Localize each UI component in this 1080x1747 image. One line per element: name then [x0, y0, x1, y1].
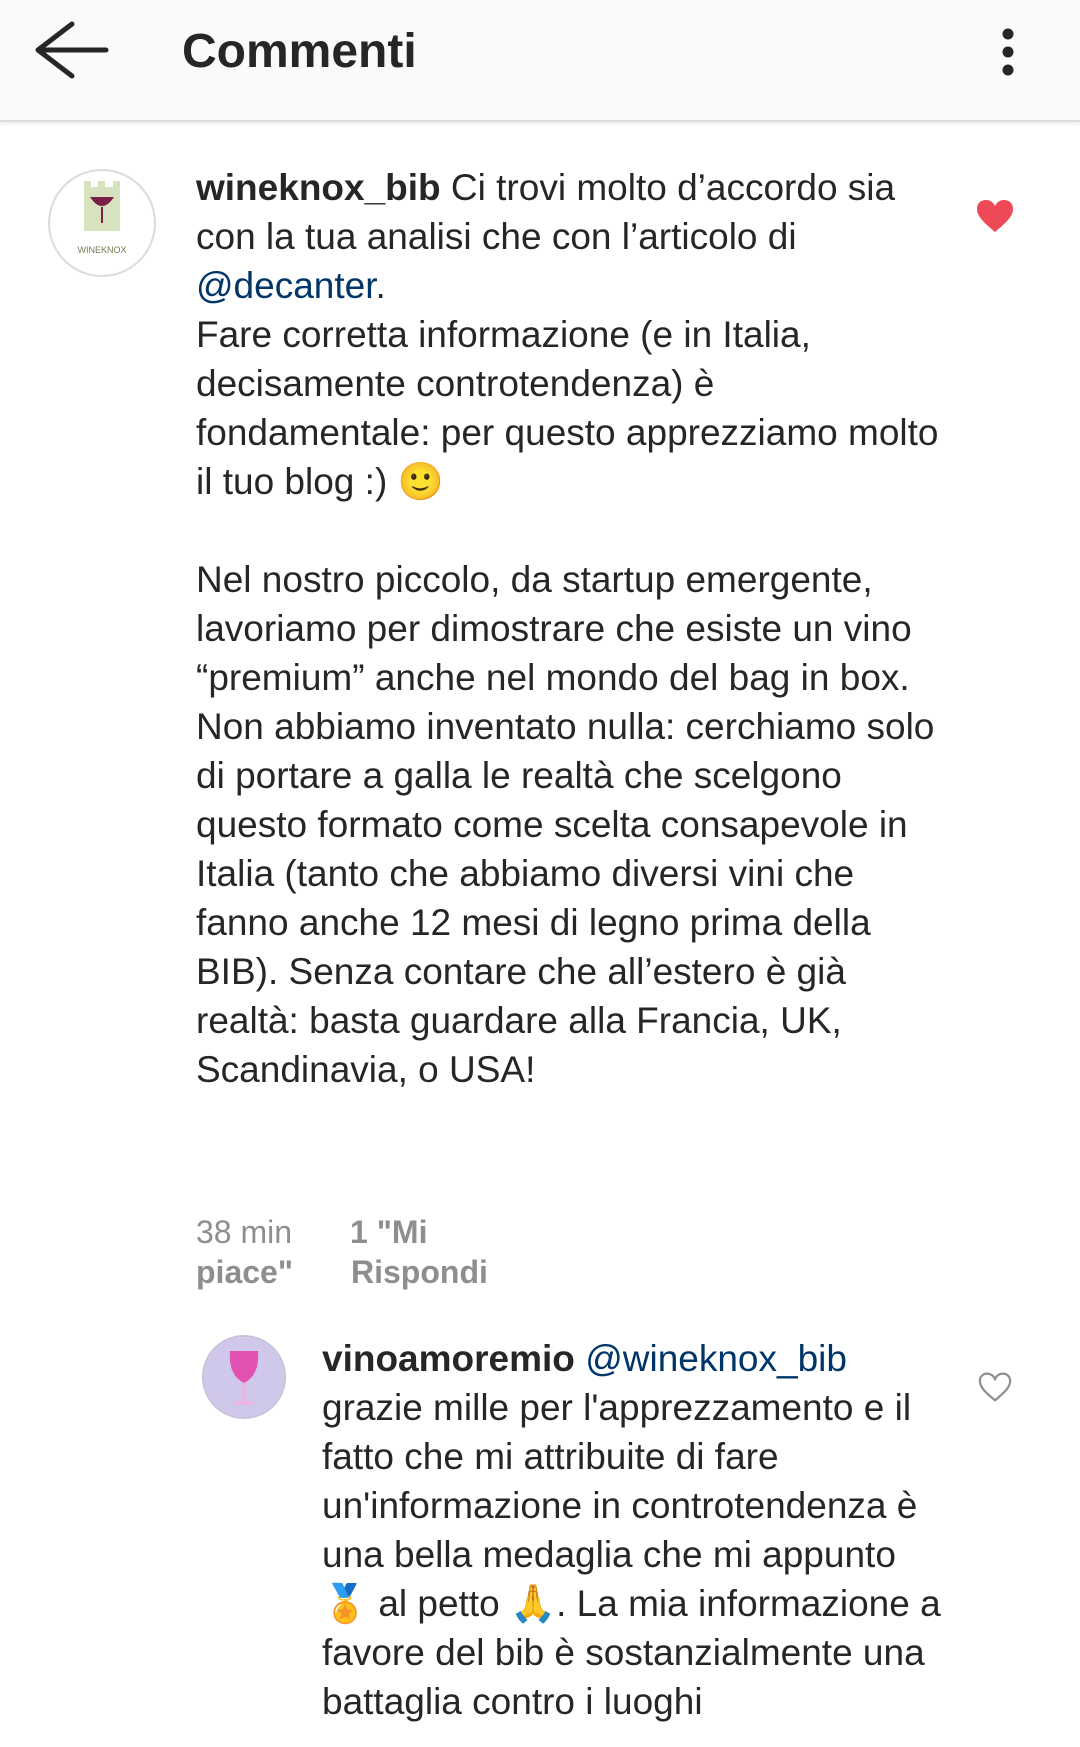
reply-button[interactable]: Rispondi: [351, 1254, 488, 1290]
more-options-icon[interactable]: [978, 20, 1038, 104]
page-title: Commenti: [182, 25, 417, 78]
wineknox-logo-icon: WINEKNOX: [77, 181, 127, 255]
comment-username[interactable]: vinoamoremio: [322, 1338, 575, 1379]
back-arrow-icon[interactable]: [28, 18, 118, 102]
comment-username[interactable]: wineknox_bib: [196, 167, 441, 208]
heart-filled-icon[interactable]: [975, 198, 1015, 239]
avatar-logo-text: WINEKNOX: [77, 245, 126, 255]
wine-glass-icon: [204, 1337, 284, 1417]
comment-meta: 38 min 1 "Mi piace" Rispondi: [196, 1212, 546, 1292]
comment-text: wineknox_bib Ci trovi molto d’accordo si…: [196, 163, 946, 1094]
comment-time: 38 min: [196, 1214, 293, 1250]
comment-text: vinoamoremio @wineknox_bib grazie mille …: [322, 1334, 952, 1726]
avatar[interactable]: WINEKNOX: [48, 169, 156, 277]
top-bar: Commenti: [0, 0, 1080, 122]
heart-outline-icon[interactable]: [977, 1371, 1013, 1408]
comment-body: Nel nostro piccolo, da startup emergente…: [196, 559, 935, 1090]
comment-body: al petto: [368, 1583, 511, 1624]
avatar[interactable]: [202, 1335, 286, 1419]
mention-link[interactable]: @decanter: [196, 265, 376, 306]
mention-link[interactable]: @wineknox_bib: [585, 1338, 847, 1379]
medal-emoji: 🏅: [322, 1582, 369, 1625]
praying-hands-emoji: 🙏: [510, 1582, 557, 1625]
smile-emoji: 🙂: [397, 460, 444, 503]
